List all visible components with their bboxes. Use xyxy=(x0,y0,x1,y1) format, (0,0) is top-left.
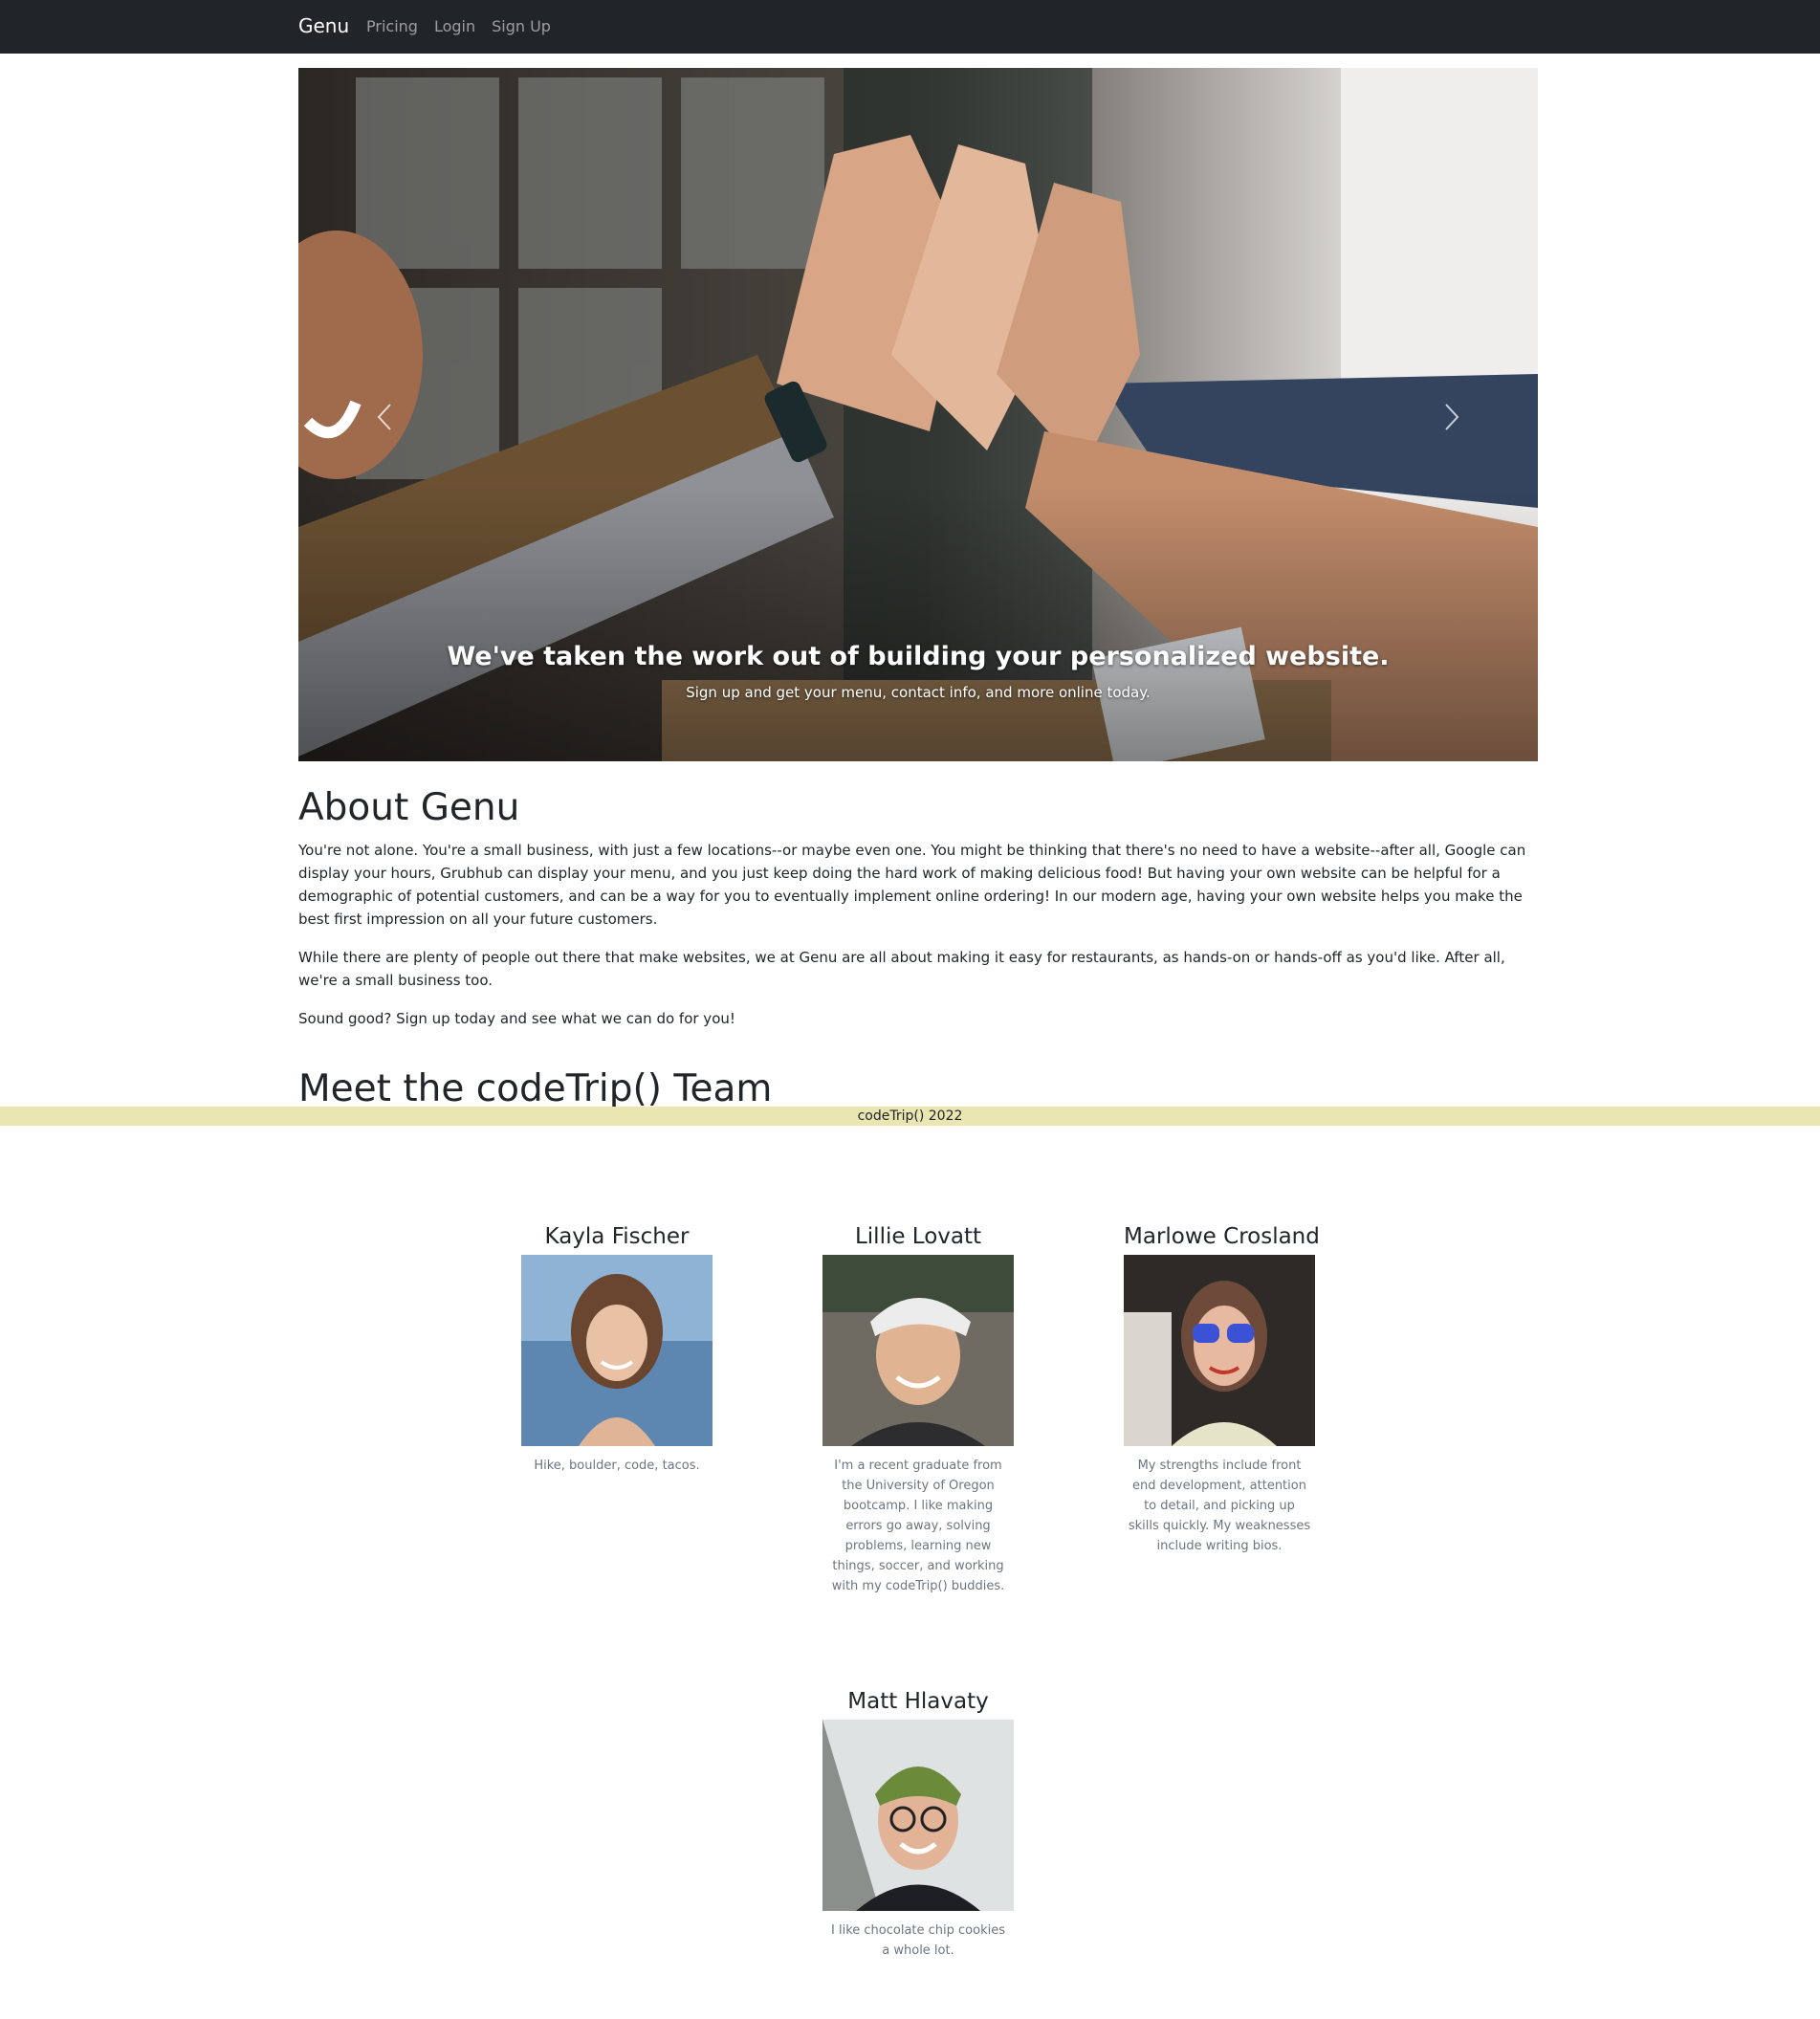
about-paragraph: Sound good? Sign up today and see what w… xyxy=(298,1010,735,1027)
carousel-caption-title: We've taken the work out of building you… xyxy=(447,642,1390,671)
member-bio: I like chocolate chip cookies a whole lo… xyxy=(831,1923,1005,1958)
navbar: Genu Pricing Login Sign Up xyxy=(0,0,1820,54)
chevron-right-icon xyxy=(1445,404,1459,430)
team-member-card: Lillie Lovatt I'm a recent graduate from… xyxy=(822,1224,1014,1596)
chevron-left-icon xyxy=(377,404,391,430)
nav-link-pricing[interactable]: Pricing xyxy=(366,17,418,35)
team-title: Meet the codeTrip() Team xyxy=(298,1067,773,1110)
footer: codeTrip() 2022 xyxy=(0,1107,1820,1126)
member-name: Marlowe Crosland xyxy=(1124,1224,1320,1249)
footer-text: codeTrip() 2022 xyxy=(857,1108,963,1124)
member-name: Kayla Fischer xyxy=(544,1224,690,1249)
nav-link-signup[interactable]: Sign Up xyxy=(492,17,551,35)
nav-link-login[interactable]: Login xyxy=(434,17,475,35)
member-bio: Hike, boulder, code, tacos. xyxy=(534,1459,700,1473)
carousel-next-button[interactable] xyxy=(1423,369,1480,465)
member-bio: My strengths include front end developme… xyxy=(1128,1459,1311,1553)
brand-link[interactable]: Genu xyxy=(298,14,349,37)
hero-carousel: We've taken the work out of building you… xyxy=(298,68,1538,761)
member-photo xyxy=(521,1255,713,1446)
member-photo xyxy=(822,1720,1014,1911)
team-member-card: Kayla Fischer Hike, boulder, code, tacos… xyxy=(521,1224,713,1476)
member-photo xyxy=(1124,1255,1315,1446)
member-name: Lillie Lovatt xyxy=(854,1224,982,1249)
carousel-prev-button[interactable] xyxy=(356,369,413,465)
about-title: About Genu xyxy=(298,786,520,829)
carousel-caption: We've taken the work out of building you… xyxy=(298,642,1538,701)
member-bio: I'm a recent graduate from the Universit… xyxy=(831,1459,1005,1593)
team-member-card: Matt Hlavaty I like chocolate chip cooki… xyxy=(822,1689,1014,1961)
about-paragraph: While there are plenty of people out the… xyxy=(298,949,1505,989)
team-member-card: Marlowe Crosland My strengths include fr… xyxy=(1124,1224,1320,1556)
member-name: Matt Hlavaty xyxy=(847,1689,989,1714)
carousel-caption-text: Sign up and get your menu, contact info,… xyxy=(686,684,1151,702)
about-text: You're not alone. You're a small busines… xyxy=(298,839,1538,1045)
nav-links: Pricing Login Sign Up xyxy=(366,17,551,35)
about-paragraph: You're not alone. You're a small busines… xyxy=(298,842,1526,928)
member-photo xyxy=(822,1255,1014,1446)
